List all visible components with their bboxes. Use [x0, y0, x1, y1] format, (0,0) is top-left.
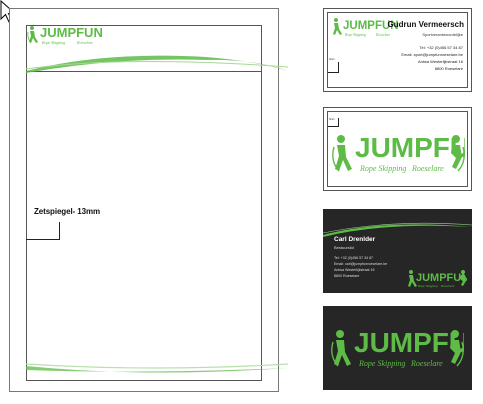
green-swoosh-footer [26, 363, 288, 373]
logo-tagline-left: Rope Skipping [358, 359, 405, 368]
jumpfun-logo-large: JUMPFUN Rope Skipping Roeselare [331, 327, 464, 368]
letterhead-page: JUMPFUN Rope Skipping Roeselare Zetspieg… [9, 8, 288, 392]
contact-city: 8800 Roeselare [434, 66, 463, 71]
contact-address: Antwa Westerlijkstraat 16 [417, 59, 463, 64]
bleed-note: 3mm [329, 58, 335, 61]
logo-wordmark: JUMPFUN [354, 327, 464, 358]
green-swoosh [323, 222, 472, 237]
logo-tagline-left: Rope Skipping [41, 40, 65, 45]
logo-tagline-left: Rope Skipping [344, 33, 366, 37]
contact-role: Bestuurslid [334, 245, 354, 250]
jumpfun-logo: JUMPFUN Rope Skipping Roeselare [408, 270, 467, 288]
logo-tagline-right: Roeselare [76, 40, 93, 45]
contact-phone: Tel: +32 (0)456 57 34 87 [419, 45, 463, 50]
business-card-front-light: JUMPFUN Rope Skipping Roeselare Gudrun V… [323, 8, 472, 92]
contact-role: Sportverantwoordelijke [422, 32, 463, 37]
logo-tagline-right: Roeselare [411, 164, 444, 173]
logo-wordmark: JUMPFUN [416, 272, 467, 284]
margin-indicator [26, 222, 60, 240]
contact-details: Tel: +32 (0)456 57 34 87 Email: carl@jum… [334, 255, 387, 279]
green-swoosh [26, 55, 288, 73]
logo-tagline-left: Rope Skipping [417, 284, 438, 288]
logo-wordmark: JUMPFUN [40, 25, 103, 40]
logo-wordmark: JUMPFUN [355, 132, 465, 163]
business-card-back-dark: JUMPFUN Rope Skipping Roeselare [323, 306, 472, 390]
business-card-front-dark: Carl Drenlder Bestuurslid Tel: +32 (0)45… [323, 209, 472, 293]
contact-details: Tel: +32 (0)456 57 34 87 Email: sport@ju… [401, 44, 463, 72]
contact-name: Carl Drenlder [334, 236, 376, 243]
margin-label: Zetspiegel- 13mm [34, 207, 100, 216]
logo-tagline-right: Roeselare [375, 33, 391, 37]
bleed-indicator [328, 62, 339, 73]
logo-tagline-right: Roeselare [440, 284, 455, 288]
jumpfun-logo: JUMPFUN Rope Skipping Roeselare [27, 25, 103, 45]
contact-email: Email: sport@jumpfunroeselare.be [401, 52, 463, 57]
logo-tagline-left: Rope Skipping [359, 164, 406, 173]
contact-city: 8800 Roeselare [334, 274, 360, 278]
jumpfun-logo-large: JUMPFUN Rope Skipping Roeselare [332, 132, 465, 173]
logo-tagline-right: Roeselare [410, 359, 443, 368]
business-card-back-light: 3mm JUMPFUN Rope Skipping Roeselare [323, 107, 472, 191]
contact-name: Gudrun Vermeersch [387, 20, 464, 29]
